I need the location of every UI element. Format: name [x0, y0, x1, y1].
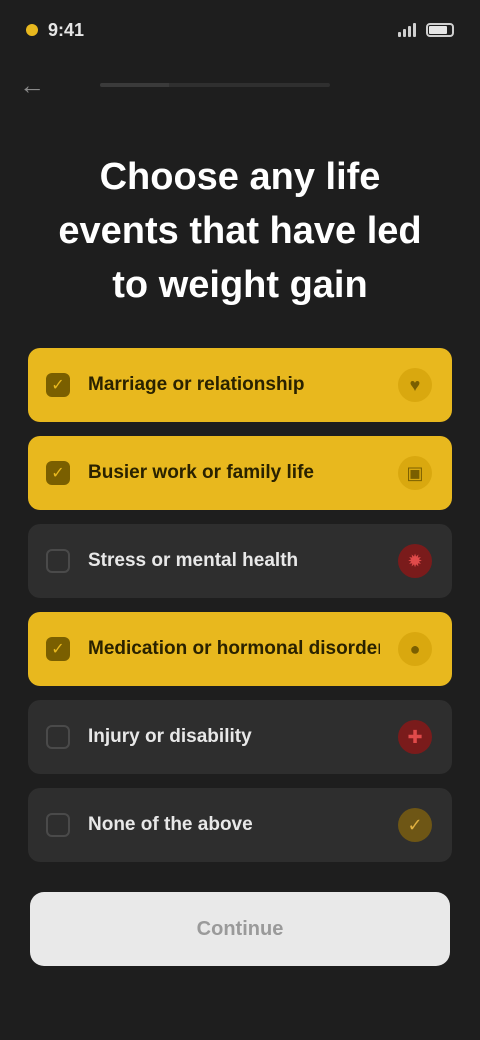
- option-item[interactable]: ✓ Busier work or family life ▣: [28, 436, 452, 510]
- option-label: Busier work or family life: [88, 462, 314, 483]
- checkbox-checked-icon[interactable]: ✓: [46, 373, 70, 397]
- progress-fill: [100, 83, 169, 87]
- brain-icon: ✹: [398, 544, 432, 578]
- battery-icon: [426, 23, 454, 37]
- checkbox-checked-icon[interactable]: ✓: [46, 637, 70, 661]
- option-label: Marriage or relationship: [88, 374, 305, 395]
- bandage-icon: ✚: [398, 720, 432, 754]
- back-button[interactable]: ←: [14, 67, 50, 103]
- options-list: ✓ Marriage or relationship ♥ ✓ Busier work o…: [28, 348, 452, 862]
- status-time: 9:41: [48, 19, 85, 40]
- option-item[interactable]: Stress or mental health ✹: [28, 524, 452, 598]
- status-right: [398, 23, 454, 37]
- status-left: 9:41: [26, 20, 84, 41]
- status-bar: 9:41: [0, 0, 480, 60]
- option-item[interactable]: ✓ Medication or hormonal disorder ●: [28, 612, 452, 686]
- pill-icon: ●: [398, 632, 432, 666]
- checkbox-empty-icon[interactable]: [46, 813, 70, 837]
- signal-icon: [398, 23, 416, 37]
- recording-dot-icon: [26, 24, 38, 36]
- option-item[interactable]: Injury or disability ✚: [28, 700, 452, 774]
- option-item[interactable]: None of the above ✓: [28, 788, 452, 862]
- option-label: Stress or mental health: [88, 550, 299, 571]
- page-title: Choose any life events that have led to …: [58, 156, 422, 306]
- heart-icon: ♥: [398, 368, 432, 402]
- checkbox-checked-icon[interactable]: ✓: [46, 461, 70, 485]
- briefcase-icon: ▣: [398, 456, 432, 490]
- checkbox-empty-icon[interactable]: [46, 725, 70, 749]
- arrow-left-icon: ←: [19, 69, 45, 100]
- continue-button[interactable]: Continue: [30, 892, 450, 966]
- checkbox-empty-icon[interactable]: [46, 549, 70, 573]
- check-icon: ✓: [398, 808, 432, 842]
- option-label: Injury or disability: [88, 726, 252, 747]
- top-nav: ←: [0, 62, 480, 108]
- option-label: None of the above: [88, 814, 253, 835]
- progress-bar: [100, 83, 330, 87]
- option-label: Medication or hormonal disorder: [88, 638, 380, 659]
- option-item[interactable]: ✓ Marriage or relationship ♥: [28, 348, 452, 422]
